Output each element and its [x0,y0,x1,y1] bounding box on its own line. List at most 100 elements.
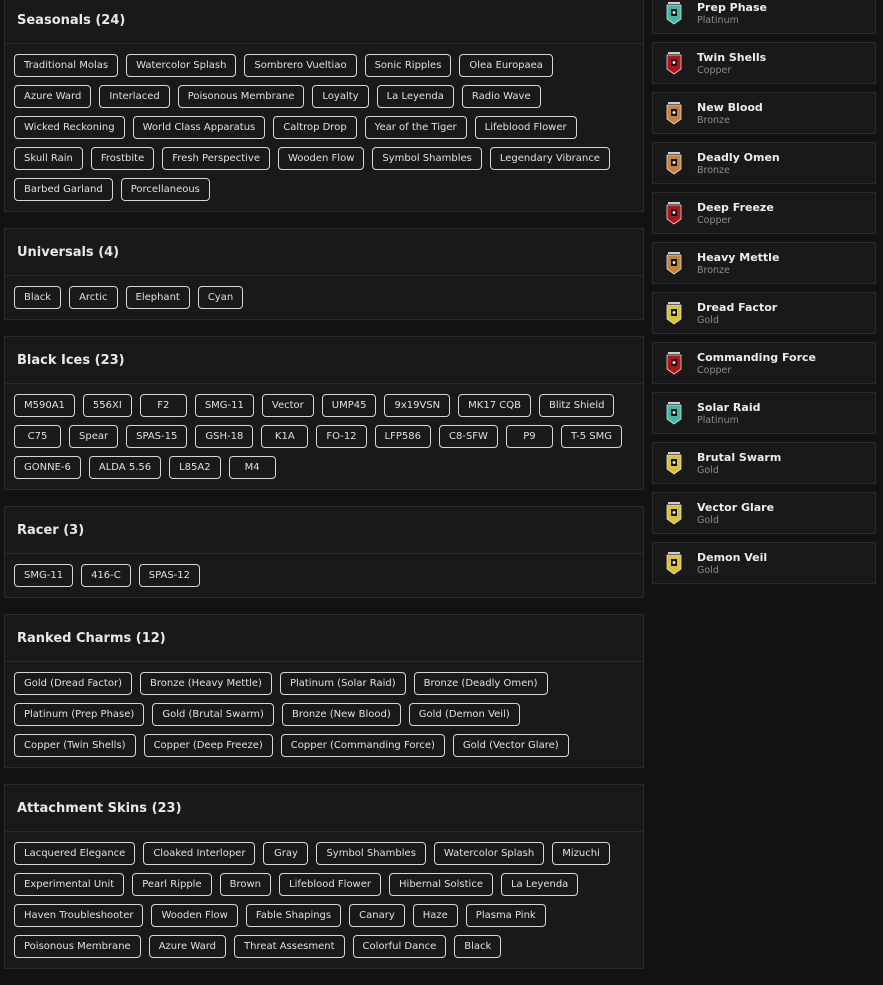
charm-card[interactable]: Heavy Mettle Bronze [652,242,876,284]
item-chip[interactable]: Skull Rain [14,147,83,170]
charm-card[interactable]: Brutal Swarm Gold [652,442,876,484]
item-chip[interactable]: Watercolor Splash [433,842,545,865]
item-chip[interactable]: Lacquered Elegance [14,842,136,865]
charm-card[interactable]: Commanding Force Copper [652,342,876,384]
item-chip[interactable]: Arctic [69,286,118,309]
charm-card[interactable]: Demon Veil Gold [652,542,876,584]
item-chip[interactable]: P9 [505,425,553,448]
item-chip[interactable]: Spear [69,425,119,448]
item-chip[interactable]: C75 [14,425,61,448]
item-chip[interactable]: Gray [263,842,309,865]
charm-card[interactable]: Solar Raid Platinum [652,392,876,434]
item-chip[interactable]: Mizuchi [552,842,610,865]
item-chip[interactable]: Experimental Unit [14,873,125,896]
item-chip[interactable]: Caltrop Drop [273,116,357,139]
item-chip[interactable]: LFP586 [374,425,431,448]
item-chip[interactable]: Copper (Deep Freeze) [143,734,273,757]
item-chip[interactable]: Vector [261,394,314,417]
item-chip[interactable]: UMP45 [321,394,377,417]
item-chip[interactable]: Pearl Ripple [132,873,212,896]
item-chip[interactable]: Plasma Pink [465,904,546,927]
item-chip[interactable]: Gold (Vector Glare) [452,734,569,757]
item-chip[interactable]: Year of the Tiger [364,116,467,139]
item-chip[interactable]: Colorful Dance [352,935,447,958]
item-chip[interactable]: Hibernal Solstice [389,873,493,896]
item-chip[interactable]: Threat Assesment [234,935,345,958]
item-chip[interactable]: Sombrero Vueltiao [244,54,357,77]
item-chip[interactable]: World Class Apparatus [132,116,266,139]
item-chip[interactable]: 9x19VSN [384,394,451,417]
item-chip[interactable]: Copper (Twin Shells) [14,734,136,757]
item-chip[interactable]: ALDA 5.56 [88,456,162,479]
charm-card[interactable]: Dread Factor Gold [652,292,876,334]
item-chip[interactable]: Azure Ward [148,935,226,958]
item-chip[interactable]: FO-12 [316,425,367,448]
item-chip[interactable]: SMG-11 [194,394,254,417]
charm-card[interactable]: Twin Shells Copper [652,42,876,84]
item-chip[interactable]: Symbol Shambles [316,842,426,865]
item-chip[interactable]: Frostbite [90,147,155,170]
item-chip[interactable]: Brown [219,873,271,896]
item-chip[interactable]: Copper (Commanding Force) [280,734,445,757]
item-chip[interactable]: Porcellaneous [120,178,210,201]
item-chip[interactable]: Traditional Molas [14,54,119,77]
item-chip[interactable]: Gold (Brutal Swarm) [152,703,274,726]
item-chip[interactable]: La Leyenda [376,85,454,108]
item-chip[interactable]: Gold (Demon Veil) [408,703,520,726]
item-chip[interactable]: Gold (Dread Factor) [14,672,132,695]
item-chip[interactable]: Black [454,935,502,958]
item-chip[interactable]: Bronze (New Blood) [281,703,401,726]
item-chip[interactable]: Poisonous Membrane [177,85,305,108]
item-chip[interactable]: M590A1 [14,394,75,417]
item-chip[interactable]: SPAS-15 [126,425,188,448]
item-chip[interactable]: Haze [412,904,458,927]
item-chip[interactable]: SMG-11 [14,564,74,587]
item-chip[interactable]: MK17 CQB [458,394,531,417]
item-chip[interactable]: Canary [349,904,405,927]
item-chip[interactable]: Watercolor Splash [126,54,237,77]
charm-card[interactable]: New Blood Bronze [652,92,876,134]
item-chip[interactable]: Haven Troubleshooter [14,904,144,927]
charm-card[interactable]: Deep Freeze Copper [652,192,876,234]
item-chip[interactable]: 416-C [81,564,131,587]
item-chip[interactable]: Bronze (Heavy Mettle) [139,672,272,695]
item-chip[interactable]: Fable Shapings [245,904,342,927]
item-chip[interactable]: Olea Europaea [459,54,553,77]
item-chip[interactable]: C8-SFW [439,425,498,448]
item-chip[interactable]: GONNE-6 [14,456,81,479]
item-chip[interactable]: Wooden Flow [277,147,365,170]
item-chip[interactable]: Cloaked Interloper [143,842,256,865]
item-chip[interactable]: 556XI [82,394,132,417]
item-chip[interactable]: Bronze (Deadly Omen) [413,672,548,695]
item-chip[interactable]: Lifeblood Flower [279,873,382,896]
item-chip[interactable]: Azure Ward [14,85,92,108]
charm-card[interactable]: Deadly Omen Bronze [652,142,876,184]
item-chip[interactable]: Black [14,286,62,309]
item-chip[interactable]: M4 [228,456,276,479]
item-chip[interactable]: Loyalty [312,85,369,108]
charm-card[interactable]: Vector Glare Gold [652,492,876,534]
item-chip[interactable]: GSH-18 [195,425,254,448]
item-chip[interactable]: Blitz Shield [538,394,615,417]
item-chip[interactable]: Elephant [125,286,190,309]
item-chip[interactable]: Fresh Perspective [162,147,270,170]
item-chip[interactable]: T-5 SMG [560,425,623,448]
item-chip[interactable]: Interlaced [99,85,170,108]
item-chip[interactable]: La Leyenda [500,873,579,896]
item-chip[interactable]: Radio Wave [461,85,541,108]
charm-card[interactable]: Prep Phase Platinum [652,0,876,34]
item-chip[interactable]: Legendary Vibrance [489,147,610,170]
item-chip[interactable]: Platinum (Solar Raid) [279,672,406,695]
item-chip[interactable]: Barbed Garland [14,178,113,201]
item-chip[interactable]: Platinum (Prep Phase) [14,703,145,726]
item-chip[interactable]: K1A [261,425,309,448]
item-chip[interactable]: Lifeblood Flower [474,116,577,139]
item-chip[interactable]: L85A2 [169,456,221,479]
item-chip[interactable]: Wicked Reckoning [14,116,125,139]
item-chip[interactable]: Sonic Ripples [364,54,452,77]
item-chip[interactable]: Symbol Shambles [372,147,482,170]
item-chip[interactable]: Wooden Flow [151,904,238,927]
item-chip[interactable]: SPAS-12 [138,564,201,587]
item-chip[interactable]: F2 [139,394,187,417]
item-chip[interactable]: Poisonous Membrane [14,935,141,958]
